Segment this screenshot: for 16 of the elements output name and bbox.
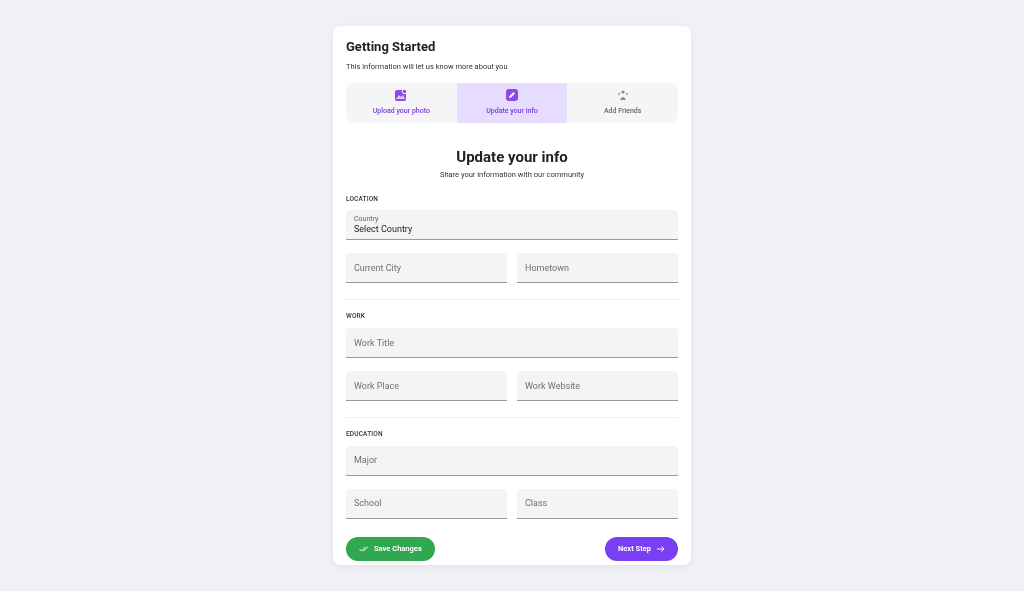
form-title: Update your info bbox=[456, 147, 568, 167]
field-value: Select Country bbox=[354, 223, 414, 235]
page-title: Getting Started bbox=[346, 39, 437, 56]
input-field[interactable]: Work Title bbox=[346, 328, 678, 358]
input-field[interactable]: Current City bbox=[346, 253, 507, 284]
input-field[interactable]: Work Place bbox=[346, 371, 507, 401]
input-field[interactable]: Major bbox=[346, 445, 678, 476]
arrow-right-icon bbox=[657, 545, 665, 552]
double-check-icon bbox=[359, 545, 369, 552]
pencil-icon bbox=[506, 88, 518, 101]
photo-icon bbox=[395, 88, 408, 101]
people-icon bbox=[616, 88, 629, 101]
input-field[interactable]: Hometown bbox=[517, 253, 678, 284]
input-field[interactable]: Class bbox=[517, 488, 678, 519]
input-field[interactable]: Work Website bbox=[517, 371, 678, 401]
input-field[interactable]: School bbox=[346, 488, 507, 519]
